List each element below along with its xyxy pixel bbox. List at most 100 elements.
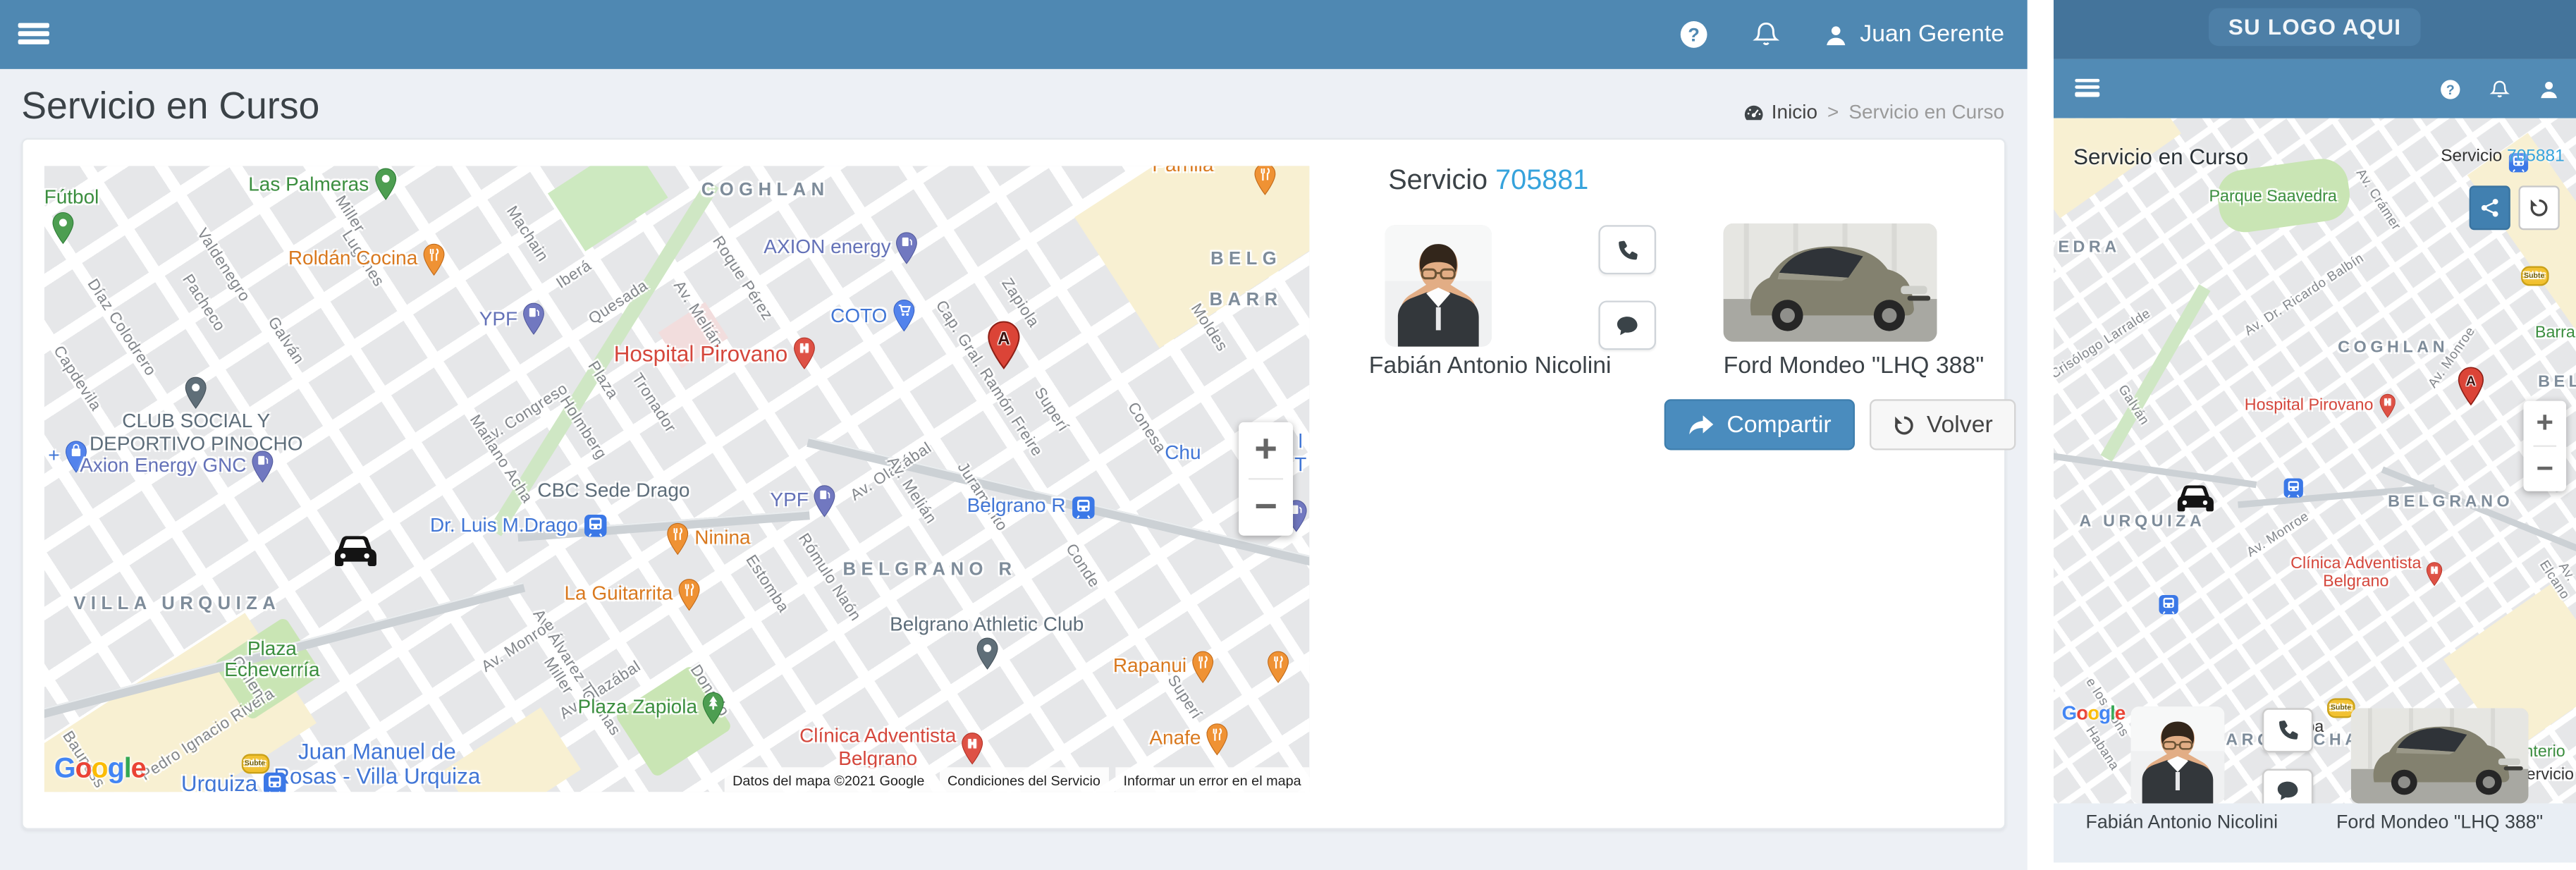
- poi-pin-icon: [374, 169, 397, 202]
- poi-pin-icon: [522, 303, 546, 336]
- attribution-link[interactable]: Informar un error en el mapa: [1115, 767, 1309, 792]
- map-label: YPF: [770, 484, 836, 517]
- map-label: Urquiza: [181, 772, 287, 792]
- mobile-service-heading: Servicio 705881: [2441, 146, 2565, 166]
- phone-icon: [1615, 238, 1640, 262]
- screenshot-stage: ? Juan Gerente Servicio en Curso Inicio …: [0, 0, 2576, 870]
- share-button[interactable]: Compartir: [1664, 399, 1855, 450]
- notifications-bell-icon[interactable]: [1751, 20, 1781, 49]
- map-label: l T: [1294, 431, 1306, 476]
- subte-map-icon: Subte: [2520, 266, 2549, 286]
- map-label: Roldán Cocina: [288, 243, 446, 276]
- zoom-out-button[interactable]: −: [2523, 447, 2566, 491]
- poi-pin-icon: [975, 637, 998, 670]
- map-label: Anafe: [1149, 722, 1229, 755]
- poi-pin-icon: [1206, 722, 1229, 755]
- mobile-share-button[interactable]: [2470, 185, 2510, 230]
- map-label: Hospital PirovanoH: [2245, 393, 2396, 418]
- driver-photo: [1385, 225, 1492, 346]
- zoom-out-button[interactable]: −: [1239, 479, 1293, 535]
- svg-text:A: A: [2467, 373, 2477, 388]
- mobile-zoom-control: + −: [2523, 401, 2566, 491]
- map-label: Barra: [2535, 325, 2575, 343]
- driver-portrait: [2131, 706, 2225, 803]
- poi-pin-icon: [814, 484, 837, 517]
- top-navbar: ? Juan Gerente: [0, 0, 2028, 69]
- map-label: Plaza Echeverría: [224, 638, 319, 682]
- vehicle-picture: [1724, 223, 1937, 342]
- map-label: Belgrano Athletic Club: [890, 613, 1084, 670]
- attribution-link[interactable]: Condiciones del Servicio: [939, 767, 1108, 792]
- mobile-driver-name: Fabián Antonio Nicolini: [2083, 811, 2281, 836]
- call-driver-button[interactable]: [1598, 225, 1656, 274]
- map-label: Las Palmeras: [248, 169, 397, 202]
- svg-text:A: A: [997, 329, 1010, 348]
- train-station-icon: [2158, 594, 2179, 615]
- vehicle-name: Ford Mondeo "LHQ 388": [1724, 353, 1937, 379]
- back-button[interactable]: Volver: [1869, 399, 2016, 450]
- poi-pin-icon: [185, 377, 208, 410]
- breadcrumb-separator: >: [1827, 100, 1839, 123]
- poi-pin-icon: [896, 231, 919, 264]
- mobile-back-button[interactable]: [2519, 185, 2560, 230]
- message-driver-button[interactable]: [1598, 300, 1656, 350]
- map-label: AVEDRA: [2054, 239, 2121, 257]
- map-label: BELGRANO R: [843, 560, 1017, 580]
- user-menu[interactable]: Juan Gerente: [1824, 21, 2004, 47]
- app-logo: SU LOGO AQUI: [2209, 8, 2421, 47]
- map-label: Plaza Zapiola: [578, 691, 725, 724]
- poi-pin-icon: [51, 212, 75, 245]
- breadcrumb-home[interactable]: Inicio: [1743, 100, 1817, 123]
- mobile-service-id-link[interactable]: 705881: [2507, 146, 2565, 166]
- poi-pin-icon: [702, 691, 725, 724]
- attribution-text: Datos del mapa ©2021 Google: [724, 767, 933, 792]
- train-map-icon: [2158, 594, 2179, 615]
- mobile-help-icon[interactable]: ?: [2440, 78, 2461, 99]
- map-label: BEL: [2538, 373, 2576, 391]
- comment-icon: [1615, 314, 1640, 336]
- breadcrumb: Inicio > Servicio en Curso: [1743, 100, 2004, 123]
- poi-pin-icon: [892, 300, 915, 333]
- google-logo[interactable]: Google: [2062, 701, 2126, 725]
- help-icon[interactable]: ?: [1679, 20, 1709, 49]
- mobile-names-band: Fabián Antonio Nicolini Ford Mondeo "LHQ…: [2054, 804, 2576, 863]
- vehicle-photo: [1724, 223, 1937, 342]
- mobile-app: SU LOGO AQUI ?: [2054, 0, 2576, 870]
- service-info-panel: Servicio 705881 Fabián Antonio Nicolini …: [1378, 140, 2024, 828]
- mobile-bell-icon[interactable]: [2489, 78, 2510, 99]
- undo-icon: [1892, 413, 1915, 436]
- vehicle-marker: [330, 531, 379, 571]
- svg-text:?: ?: [1688, 23, 1700, 45]
- mobile-sidebar-toggle[interactable]: [2075, 79, 2099, 97]
- mobile-call-button[interactable]: [2262, 708, 2313, 752]
- subte-icon: Subte: [2520, 266, 2549, 286]
- train-map-icon: [2283, 477, 2305, 498]
- breadcrumb-current: Servicio en Curso: [1848, 100, 2004, 123]
- zoom-in-button[interactable]: +: [2523, 401, 2566, 446]
- driver-portrait: [1385, 225, 1492, 346]
- google-logo[interactable]: Google: [54, 752, 146, 785]
- mobile-header: SU LOGO AQUI: [2054, 0, 2576, 59]
- google-map[interactable]: + − Google Datos del mapa ©2021 GoogleCo…: [44, 166, 1309, 792]
- map-label: Parrilla: [1152, 166, 1213, 177]
- map-label: CLUB SOCIAL Y DEPORTIVO PINOCHO: [90, 377, 302, 456]
- page-title: Servicio en Curso: [21, 84, 2006, 128]
- service-id-link[interactable]: 705881: [1495, 164, 1588, 195]
- train-station-icon: [583, 513, 608, 538]
- svg-text:?: ?: [2446, 82, 2455, 97]
- destination-a-marker-icon: A: [2458, 366, 2485, 405]
- svg-text:H: H: [2431, 565, 2438, 575]
- poi-pin-icon: [1253, 166, 1277, 195]
- service-card: + − Google Datos del mapa ©2021 GoogleCo…: [21, 138, 2006, 830]
- navbar-right: ? Juan Gerente: [1679, 0, 2004, 69]
- zoom-in-button[interactable]: +: [1239, 422, 1293, 478]
- map-label: A URQUIZA: [2079, 513, 2205, 532]
- map-label: COTO: [830, 300, 915, 333]
- share-arrow-icon: [1687, 413, 1715, 436]
- map-label: AXION energy: [763, 231, 919, 264]
- sidebar-toggle-button[interactable]: [18, 23, 49, 47]
- map-label: Ninina: [666, 522, 750, 555]
- mobile-user-icon[interactable]: [2538, 78, 2559, 99]
- map-label: Clínica Adventista BelgranoH: [799, 726, 984, 771]
- map-label: BELG: [1210, 250, 1282, 270]
